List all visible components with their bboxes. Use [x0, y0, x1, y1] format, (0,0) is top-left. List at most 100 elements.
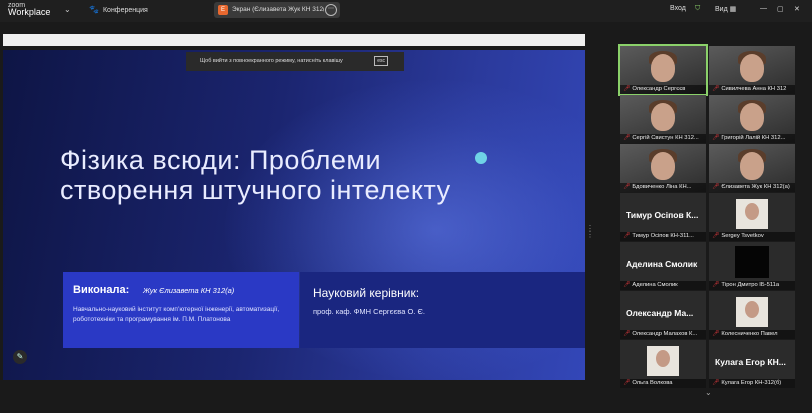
participant-name: Олександр Сергєєв [632, 86, 686, 92]
muted-mic-icon: 🎤︎ [623, 380, 631, 386]
muted-mic-icon: 🎤︎ [712, 282, 720, 288]
chevron-down-icon[interactable]: ⌄ [64, 5, 71, 14]
participant-caption: 🎤︎ Колесниченко Павел [709, 330, 795, 339]
muted-mic-icon: 🎤︎ [712, 380, 720, 386]
participant-name: Єлизавета Жук КН 312(а) [721, 184, 790, 190]
participant-tile[interactable]: 🎤︎ Бдовиченко Ліна КН... [620, 144, 706, 192]
muted-mic-icon: 🎤︎ [623, 331, 631, 337]
restore-icon[interactable]: ▢ [777, 5, 784, 13]
participant-caption: 🎤︎ Тірон Дмитро ІБ-511а [709, 281, 795, 290]
muted-mic-icon: 🎤︎ [712, 86, 720, 92]
annotate-pen-icon[interactable]: ✎ [13, 350, 27, 364]
muted-mic-icon: 🎤︎ [623, 282, 631, 288]
author-name: Жук Єлизавета КН 312(а) [143, 286, 235, 295]
participant-name: Sergey Tsvetkov [721, 233, 764, 239]
resize-handle[interactable]: ⋮ ⋮ [586, 225, 594, 239]
participant-caption: 🎤︎ Sergey Tsvetkov [709, 232, 795, 241]
muted-mic-icon: 🎤︎ [712, 184, 720, 190]
participant-name-large: Тимур Осіпов К... [626, 210, 699, 220]
supervisor-panel: Науковий керівник: проф. каф. ФМН Сергєє… [300, 272, 585, 348]
participant-face [740, 54, 764, 82]
top-bar: zoom Workplace ⌄ 🐾 Конференция E Экран (Є… [0, 0, 812, 22]
participant-tile[interactable]: Кулага Егор КН... 🎤︎ Кулага Егор КН-312(б) [709, 340, 795, 388]
participant-tile[interactable]: Олександр Ма... 🎤︎ Олександр Малахов К... [620, 291, 706, 339]
participant-caption: 🎤︎ Олександр Малахов К... [620, 330, 706, 339]
muted-mic-icon: 🎤︎ [712, 135, 720, 141]
photo-face [656, 350, 670, 367]
muted-mic-icon: 🎤︎ [623, 233, 631, 239]
participant-caption: 🎤︎ Кулага Егор КН-312(б) [709, 379, 795, 388]
close-icon[interactable]: ✕ [794, 5, 800, 13]
share-label: Экран (Єлизавета Жук КН 312(а)) [232, 6, 324, 13]
decorative-dot [475, 152, 487, 164]
participant-tile[interactable]: 🎤︎ Ольга Волкова [620, 340, 706, 388]
participant-caption: 🎤︎ Єлизавета Жук КН 312(а) [709, 183, 795, 192]
participant-caption: 🎤︎ Григорій Лалій КН 312... [709, 134, 795, 143]
participant-tile[interactable]: 🎤︎ Григорій Лалій КН 312... [709, 95, 795, 143]
participant-tile[interactable]: 🎤︎ Колесниченко Павел [709, 291, 795, 339]
gallery-scroll-down-icon[interactable]: ⌄ [705, 388, 712, 411]
participant-name-large: Олександр Ма... [626, 308, 694, 318]
screen-share-indicator[interactable]: E Экран (Єлизавета Жук КН 312(а)) ⋯ [214, 2, 340, 18]
participant-caption: 🎤︎ Ольга Волкова [620, 379, 706, 388]
participant-caption: 🎤︎ Сивилчева Анна КН 312 [709, 85, 795, 94]
participant-caption: 🎤︎ Тимур Осіпов КН-311... [620, 232, 706, 241]
zoom-logo: zoom Workplace [8, 2, 51, 17]
participant-name-large: Аделина Смолик [626, 259, 698, 269]
participant-name: Сергій Свистун КН 312... [632, 135, 699, 141]
esc-key[interactable]: esc [374, 56, 388, 66]
paw-icon: 🐾 [89, 5, 99, 14]
participant-name: Сивилчева Анна КН 312 [721, 86, 787, 92]
participant-photo [736, 199, 768, 229]
participant-tile[interactable]: 🎤︎ Сергій Свистун КН 312... [620, 95, 706, 143]
participant-name: Олександр Малахов К... [632, 331, 698, 337]
share-app-icon: E [218, 5, 228, 15]
participant-name: Тимур Осіпов КН-311... [632, 233, 694, 239]
participant-name: Колесниченко Павел [721, 331, 778, 337]
participant-photo [647, 346, 679, 376]
fullscreen-banner: Щоб вийти з повноекранного режиму, натис… [186, 52, 404, 71]
participant-name: Григорій Лалій КН 312... [721, 135, 786, 141]
participant-face [740, 103, 764, 131]
photo-face [745, 301, 759, 318]
participant-face [651, 103, 675, 131]
participant-photo [736, 297, 768, 327]
participant-caption: 🎤︎ Сергій Свистун КН 312... [620, 134, 706, 143]
conference-menu[interactable]: 🐾 Конференция [89, 5, 148, 14]
author-heading: Виконала: [73, 284, 130, 296]
participant-name: Ольга Волкова [632, 380, 673, 386]
participant-caption: 🎤︎ Аделина Смолик [620, 281, 706, 290]
author-panel: Виконала: Жук Єлизавета КН 312(а) Навчал… [63, 272, 299, 348]
signin-button[interactable]: Вход [670, 5, 686, 12]
participant-name: Кулага Егор КН-312(б) [721, 380, 782, 386]
participant-name: Аделина Смолик [632, 282, 678, 288]
participant-avatar-black [735, 246, 769, 278]
muted-mic-icon: 🎤︎ [623, 184, 631, 190]
supervisor-name: проф. каф. ФМН Сергєєва О. Є. [313, 307, 425, 316]
muted-mic-icon: 🎤︎ [623, 135, 631, 141]
muted-mic-icon: 🎤︎ [623, 86, 631, 92]
participant-caption: 🎤︎ Олександр Сергєєв [620, 85, 706, 94]
participant-name-large: Кулага Егор КН... [715, 357, 786, 367]
participant-face [740, 152, 764, 180]
author-institute: Навчально-науковий інститут комп’ютерної… [73, 306, 280, 323]
supervisor-heading: Науковий керівник: [313, 286, 420, 300]
participant-tile[interactable]: 🎤︎ Тірон Дмитро ІБ-511а [709, 242, 795, 290]
options-icon[interactable]: ⋯ [325, 4, 337, 16]
photo-face [745, 203, 759, 220]
participant-tile[interactable]: 🎤︎ Sergey Tsvetkov [709, 193, 795, 241]
participant-tile[interactable]: 🎤︎ Сивилчева Анна КН 312 [709, 46, 795, 94]
grid-icon: ▦ [729, 6, 737, 13]
participant-tile[interactable]: Тимур Осіпов К... 🎤︎ Тимур Осіпов КН-311..… [620, 193, 706, 241]
muted-mic-icon: 🎤︎ [712, 331, 720, 337]
participant-tile[interactable]: Аделина Смолик 🎤︎ Аделина Смолик [620, 242, 706, 290]
participant-face [651, 152, 675, 180]
participant-tile[interactable]: 🎤︎ Олександр Сергєєв [618, 44, 708, 96]
logo-big: Workplace [8, 7, 51, 17]
view-button[interactable]: Вид ▦ [715, 5, 736, 13]
slide-toolbar-strip [3, 34, 585, 46]
shield-icon[interactable]: ⛉ [695, 5, 700, 13]
participant-tile[interactable]: 🎤︎ Єлизавета Жук КН 312(а) [709, 144, 795, 192]
minimize-icon[interactable]: — [760, 5, 767, 12]
shared-slide: Щоб вийти з повноекранного режиму, натис… [3, 50, 585, 380]
